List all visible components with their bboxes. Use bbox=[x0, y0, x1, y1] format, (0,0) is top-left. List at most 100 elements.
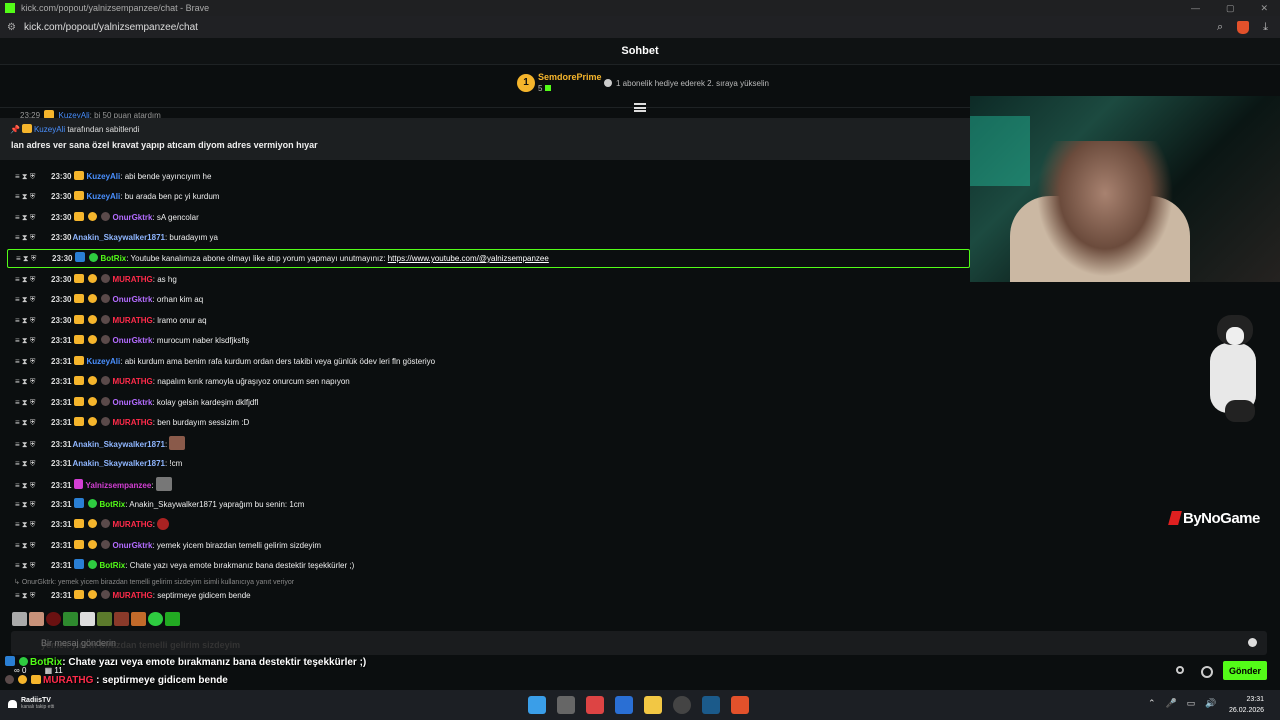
message-tools[interactable]: ≡ ⧗ ⛨ bbox=[16, 250, 52, 267]
emote-item[interactable] bbox=[12, 612, 27, 626]
streamer-face bbox=[1025, 141, 1185, 282]
message-tools[interactable]: ≡ ⧗ ⛨ bbox=[15, 273, 51, 287]
heart-icon bbox=[8, 699, 17, 708]
pin-icon[interactable]: 📌 bbox=[10, 125, 20, 134]
message-text: : abi kurdum ama benim rafa kurdum ordan… bbox=[120, 357, 436, 366]
message-username[interactable]: KuzeyAli bbox=[86, 357, 120, 366]
message-username[interactable]: Anakin_Skaywalker1871 bbox=[72, 459, 165, 468]
message-tools[interactable]: ≡ ⧗ ⛨ bbox=[15, 438, 51, 452]
address-bar[interactable]: ⚙ kick.com/popout/yalnizsempanzee/chat ⌕… bbox=[0, 16, 1280, 38]
zoom-icon[interactable]: ⌕ bbox=[1217, 21, 1223, 34]
sub-badge-icon bbox=[88, 590, 98, 599]
emote-item[interactable] bbox=[80, 612, 95, 626]
chat-message-row: ≡ ⧗ ⛨ 23:31 BotRix: Anakin_Skaywalker1871 … bbox=[15, 498, 304, 512]
maximize-button[interactable]: ▢ bbox=[1226, 3, 1235, 14]
emote-item[interactable] bbox=[148, 612, 163, 626]
tray-expand-icon[interactable]: ⌃ bbox=[1148, 698, 1156, 709]
site-settings-icon[interactable]: ⚙ bbox=[7, 22, 16, 33]
message-tools[interactable]: ≡ ⧗ ⛨ bbox=[15, 559, 51, 573]
message-username[interactable]: OnurGktrk bbox=[112, 295, 152, 304]
message-username[interactable]: MURATHG bbox=[112, 520, 152, 529]
message-username[interactable]: OnurGktrk bbox=[112, 541, 152, 550]
message-tools[interactable]: ≡ ⧗ ⛨ bbox=[15, 170, 51, 184]
message-tools[interactable]: ≡ ⧗ ⛨ bbox=[15, 314, 51, 328]
message-username[interactable]: Yalnizsempanzee bbox=[85, 481, 151, 490]
message-username[interactable]: Anakin_Skaywalker1871 bbox=[72, 233, 165, 242]
emote-item[interactable] bbox=[46, 612, 61, 626]
message-username[interactable]: Anakin_Skaywalker1871 bbox=[72, 440, 165, 449]
overlay-user-2: MURATHG bbox=[43, 675, 94, 686]
chat-message-list[interactable]: ≡ ⧗ ⛨ 23:30 KuzeyAli: abi bende yayıncıyım… bbox=[0, 166, 970, 606]
message-tools[interactable]: ≡ ⧗ ⛨ bbox=[15, 396, 51, 410]
chat-settings-icon[interactable] bbox=[1176, 666, 1184, 674]
streamer-webcam bbox=[970, 96, 1280, 282]
message-username[interactable]: MURATHG bbox=[112, 418, 152, 427]
download-icon[interactable]: ⤓ bbox=[1263, 21, 1268, 34]
message-tools[interactable]: ≡ ⧗ ⛨ bbox=[15, 190, 51, 204]
message-username[interactable]: MURATHG bbox=[112, 377, 152, 386]
pause-chat-icon[interactable] bbox=[634, 103, 646, 112]
message-username[interactable]: MURATHG bbox=[112, 316, 152, 325]
system-clock[interactable]: 23:31 26.02.2026 bbox=[1229, 694, 1264, 716]
message-tools[interactable]: ≡ ⧗ ⛨ bbox=[15, 539, 51, 553]
settings-gear-icon[interactable] bbox=[1201, 666, 1213, 678]
start-menu-icon[interactable] bbox=[528, 696, 546, 714]
emote-item[interactable] bbox=[165, 612, 180, 626]
url-text[interactable]: kick.com/popout/yalnizsempanzee/chat bbox=[24, 22, 198, 33]
message-username[interactable]: MURATHG bbox=[112, 275, 152, 284]
chat-message-row: ≡ ⧗ ⛨ 23:30 MURATHG: as hg bbox=[15, 273, 177, 287]
message-tools[interactable]: ≡ ⧗ ⛨ bbox=[15, 457, 51, 471]
message-link[interactable]: https://www.youtube.com/@yalnizsempanzee bbox=[388, 254, 549, 263]
message-tools[interactable]: ≡ ⧗ ⛨ bbox=[15, 355, 51, 369]
emote-item[interactable] bbox=[131, 612, 146, 626]
brave-icon[interactable] bbox=[731, 696, 749, 714]
message-time: 23:31 bbox=[51, 377, 72, 386]
display-icon[interactable]: ▭ bbox=[1187, 698, 1196, 709]
gifter-name[interactable]: SemdorePrime bbox=[538, 72, 602, 82]
message-username[interactable]: OnurGktrk bbox=[112, 336, 152, 345]
emote-item[interactable] bbox=[29, 612, 44, 626]
message-tools[interactable]: ≡ ⧗ ⛨ bbox=[15, 416, 51, 430]
message-tools[interactable]: ≡ ⧗ ⛨ bbox=[15, 479, 51, 493]
brave-shields-icon[interactable] bbox=[1237, 20, 1250, 34]
message-tools[interactable]: ≡ ⧗ ⛨ bbox=[15, 293, 51, 307]
message-username[interactable]: KuzeyAli bbox=[86, 172, 120, 181]
message-tools[interactable]: ≡ ⧗ ⛨ bbox=[15, 334, 51, 348]
message-tools[interactable]: ≡ ⧗ ⛨ bbox=[15, 589, 51, 603]
skull-badge-icon bbox=[101, 376, 111, 385]
crown-badge-icon bbox=[74, 590, 85, 599]
chat-message-row: ≡ ⧗ ⛨ 23:30 OnurGktrk: sA gencolar bbox=[15, 211, 199, 225]
message-username[interactable]: OnurGktrk bbox=[112, 398, 152, 407]
pinned-by-user[interactable]: KuzeyAli bbox=[34, 125, 65, 134]
message-username[interactable]: BotRix bbox=[99, 500, 125, 509]
close-button[interactable]: ✕ bbox=[1260, 3, 1268, 14]
chat-input[interactable] bbox=[41, 631, 1241, 655]
obs-icon[interactable] bbox=[673, 696, 691, 714]
emote-item[interactable] bbox=[63, 612, 78, 626]
pinned-by-suffix: tarafından sabitlendi bbox=[67, 125, 140, 134]
message-username[interactable]: BotRix bbox=[100, 254, 126, 263]
message-tools[interactable]: ≡ ⧗ ⛨ bbox=[15, 375, 51, 389]
chat-input-wrap[interactable]: yemek yicem birazdan temelli gelirim siz… bbox=[11, 631, 1267, 655]
photos-icon[interactable] bbox=[615, 696, 633, 714]
send-button[interactable]: Gönder bbox=[1223, 661, 1267, 680]
task-view-icon[interactable] bbox=[557, 696, 575, 714]
file-explorer-icon[interactable] bbox=[644, 696, 662, 714]
snipping-tool-icon[interactable] bbox=[586, 696, 604, 714]
message-tools[interactable]: ≡ ⧗ ⛨ bbox=[15, 211, 51, 225]
message-username[interactable]: MURATHG bbox=[112, 591, 152, 600]
steam-icon[interactable] bbox=[702, 696, 720, 714]
message-username[interactable]: KuzeyAli bbox=[86, 192, 120, 201]
message-username[interactable]: OnurGktrk bbox=[112, 213, 152, 222]
message-tools[interactable]: ≡ ⧗ ⛨ bbox=[15, 231, 51, 245]
emote-item[interactable] bbox=[114, 612, 129, 626]
message-username[interactable]: BotRix bbox=[99, 561, 125, 570]
chat-message-row: ≡ ⧗ ⛨ 23:31Anakin_Skaywalker1871: !cm bbox=[15, 457, 182, 471]
microphone-icon[interactable]: 🎤 bbox=[1166, 698, 1177, 709]
emote-item[interactable] bbox=[97, 612, 112, 626]
emoji-picker-icon[interactable] bbox=[1248, 638, 1257, 647]
minimize-button[interactable]: — bbox=[1191, 3, 1200, 14]
message-tools[interactable]: ≡ ⧗ ⛨ bbox=[15, 518, 51, 532]
message-tools[interactable]: ≡ ⧗ ⛨ bbox=[15, 498, 51, 512]
volume-icon[interactable]: 🔊 bbox=[1205, 698, 1216, 709]
